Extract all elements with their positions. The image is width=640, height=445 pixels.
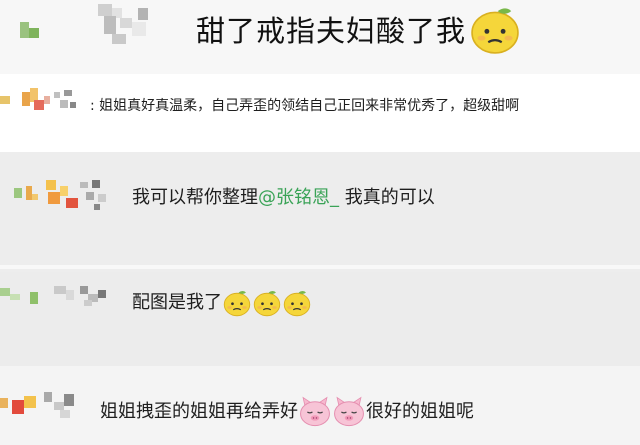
page-title: 甜了戒指夫妇酸了我	[196, 6, 522, 60]
pig-icon	[332, 396, 366, 428]
comment-2-text-end: 我真的可以	[339, 187, 435, 208]
comment-4-text-end: 很好的姐姐呢	[366, 401, 474, 422]
comment-1-text: 姐姐真好真温柔，自己弄歪的领结自己正回来非常优秀了，超级甜啊	[99, 98, 520, 114]
lemon-icon	[222, 288, 252, 318]
row-separator	[0, 265, 640, 269]
comment-2: 我可以帮你整理@张铭恩_ 我真的可以	[132, 183, 435, 209]
lemon-icon	[468, 3, 522, 57]
comment-2-text: 我可以帮你整理	[132, 187, 258, 208]
comment-1: : 姐姐真好真温柔，自己弄歪的领结自己正回来非常优秀了，超级甜啊	[90, 95, 519, 115]
page-title-text: 甜了戒指夫妇酸了我	[196, 14, 467, 48]
comment-row-3[interactable]	[0, 272, 640, 366]
lemon-icon	[282, 288, 312, 318]
comment-3-text: 配图是我了	[132, 292, 222, 313]
row-separator	[0, 145, 640, 152]
comment-4: 姐姐拽歪的姐姐再给弄好 很好的姐姐呢	[100, 396, 474, 428]
comment-row-2[interactable]	[0, 152, 640, 272]
comment-4-text: 姐姐拽歪的姐姐再给弄好	[100, 401, 298, 422]
lemon-icon	[252, 288, 282, 318]
pig-icon	[298, 396, 332, 428]
comment-separator: :	[90, 98, 95, 114]
user-mention-link[interactable]: @张铭恩_	[258, 187, 339, 208]
comment-3: 配图是我了	[132, 288, 312, 318]
